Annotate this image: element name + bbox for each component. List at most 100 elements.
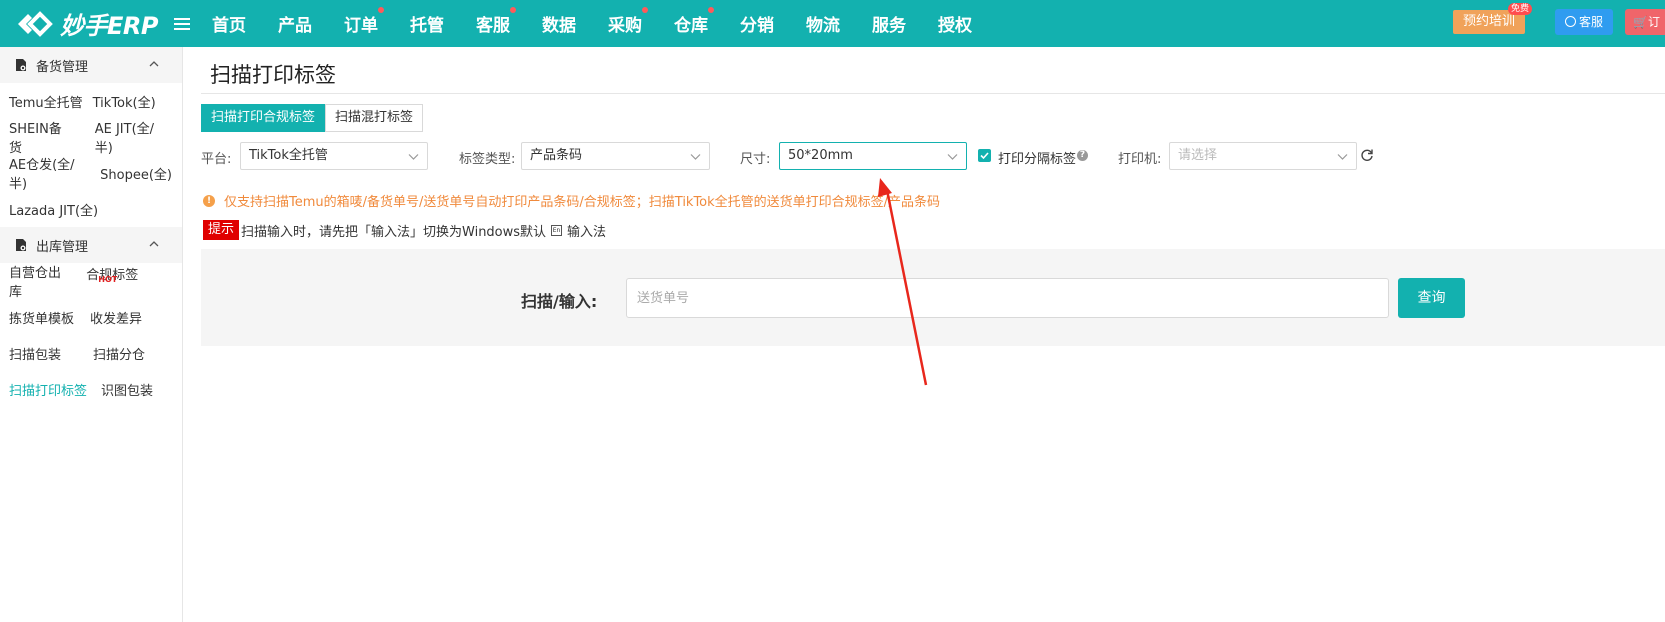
chevron-down-icon [690,154,701,160]
logo-icon [18,10,53,37]
sidebar-item-temu[interactable]: Temu全托管 [9,92,83,111]
sidebar-row: 扫描包装 扫描分仓 [0,335,182,371]
nav-item-1[interactable]: 产品 [278,11,344,36]
nav-item-label: 首页 [212,16,246,36]
platform-select[interactable]: TikTok全托管 [240,142,428,170]
query-button[interactable]: 查询 [1398,278,1465,318]
help-icon[interactable]: ? [1077,150,1088,161]
nav-item-3[interactable]: 托管 [410,11,476,36]
nav-item-label: 授权 [938,16,972,36]
size-label: 尺寸: [740,152,771,167]
size-select[interactable]: 50*20mm [779,142,967,170]
top-right-actions: 预约培训 免费 客服 🛒订 [1452,3,1665,35]
chevron-down-icon [408,154,419,160]
scan-input[interactable] [626,278,1389,318]
headset-icon [1564,16,1576,27]
tip-notice: 提示 扫描输入时，请先把「输入法」切换为Windows默认 En 输入法 [203,220,606,240]
chevron-up-icon [149,61,159,67]
sidebar-item-shein[interactable]: SHEIN备货 [9,118,75,156]
nav-item-8[interactable]: 分销 [740,11,806,36]
sidebar-group-title: 出库管理 [36,239,89,255]
sidebar-row: AE仓发(全/半) Shopee(全) [0,154,182,192]
sidebar-item-image-pack[interactable]: 识图包装 [101,380,153,399]
tab-bar: 扫描打印合规标签 扫描混打标签 [201,104,424,132]
nav-item-7[interactable]: 仓库 [674,7,740,36]
notification-dot [708,7,714,13]
logo-text: 妙手ERP [60,12,158,40]
label-type-value: 产品条码 [530,148,583,163]
page-title: 扫描打印标签 [210,63,336,87]
notification-dot [510,7,516,13]
sidebar-item-discrepancy[interactable]: 收发差异 [90,308,142,327]
warning-icon: ! [203,194,215,207]
chevron-down-icon [1337,154,1348,160]
separator-label: 打印分隔标签 [998,152,1077,167]
sidebar-item-compliance-label[interactable]: 合规标签HOT [86,264,172,298]
tip-badge: 提示 [203,220,240,240]
sidebar-item-lazada[interactable]: Lazada JIT(全) [9,200,98,219]
nav-item-label: 采购 [608,16,642,36]
nav-item-label: 托管 [410,16,444,36]
nav-item-9[interactable]: 物流 [806,11,872,36]
sidebar-item-picking-template[interactable]: 拣货单模板 [9,308,74,327]
notification-dot [378,7,384,13]
chevron-up-icon [149,241,159,247]
main-nav: 首页 产品 订单 托管 客服 数据 采购 仓库 分销 物流 服务 授权 [212,0,1004,47]
nav-item-4[interactable]: 客服 [476,7,542,36]
sidebar-item-scan-pack[interactable]: 扫描包装 [9,344,61,363]
chevron-down-icon [947,154,958,160]
customer-service-button[interactable]: 客服 [1554,9,1613,35]
tip-text: 扫描输入时，请先把「输入法」切换为Windows默认 [241,224,547,240]
document-gear-icon [16,239,26,251]
sidebar-item-ae-warehouse[interactable]: AE仓发(全/半) [9,154,90,192]
printer-label: 打印机: [1118,152,1162,167]
nav-item-2[interactable]: 订单 [344,7,410,36]
nav-item-0[interactable]: 首页 [212,11,278,36]
check-icon [980,152,989,160]
tab-scan-compliance-label[interactable]: 扫描打印合规标签 [201,104,326,132]
label-type-label: 标签类型: [459,152,516,167]
nav-item-6[interactable]: 采购 [608,7,674,36]
label-type-select[interactable]: 产品条码 [521,142,710,170]
free-badge: 免费 [1507,3,1532,15]
sidebar-row: 拣货单模板 收发差异 [0,299,182,335]
sidebar-item-shopee[interactable]: Shopee(全) [100,164,172,183]
nav-item-10[interactable]: 服务 [872,11,938,36]
notification-dot [642,7,648,13]
tip-text-ime: 输入法 [567,224,607,240]
cart-icon: 🛒 [1633,15,1648,29]
tab-scan-mixed-label[interactable]: 扫描混打标签 [325,104,424,132]
printer-select[interactable]: 请选择 [1169,142,1357,170]
sidebar-row: Lazada JIT(全) [0,191,182,227]
book-training-button[interactable]: 预约培训 免费 [1452,3,1532,34]
separator-checkbox[interactable] [978,149,991,162]
size-value: 50*20mm [788,148,853,163]
nav-item-11[interactable]: 授权 [938,11,1004,36]
nav-item-label: 订单 [344,16,378,36]
refresh-icon[interactable] [1360,148,1374,162]
menu-icon[interactable] [174,12,202,36]
sidebar-item-ae-jit[interactable]: AE JIT(全/半) [95,118,172,156]
nav-item-label: 客服 [476,16,510,36]
sidebar-row: Temu全托管 TikTok(全) [0,83,182,119]
logo[interactable]: 妙手ERP [14,6,168,41]
divider [201,93,1665,94]
sidebar: 备货管理 Temu全托管 TikTok(全) SHEIN备货 AE JIT(全/… [0,47,183,622]
sidebar-item-scan-split[interactable]: 扫描分仓 [93,344,145,363]
input-method-icon: En [551,224,563,236]
book-training-label: 预约培训 [1462,14,1515,29]
nav-item-5[interactable]: 数据 [542,11,608,36]
nav-item-label: 数据 [542,16,576,36]
hot-badge: HOT [98,275,118,284]
sidebar-item-own-warehouse[interactable]: 自营仓出库 [9,262,70,300]
platform-value: TikTok全托管 [249,148,328,163]
nav-item-label: 分销 [740,16,774,36]
main-content: 扫描打印标签 扫描打印合规标签 扫描混打标签 平台: TikTok全托管 标签类… [183,47,1665,622]
nav-item-label: 仓库 [674,16,708,36]
sidebar-item-tiktok[interactable]: TikTok(全) [93,92,156,111]
order-button[interactable]: 🛒订 [1625,9,1665,35]
sidebar-item-scan-print-label[interactable]: 扫描打印标签 [9,380,87,399]
sidebar-group-stock[interactable]: 备货管理 [0,47,182,83]
sidebar-row: 扫描打印标签 识图包装 [0,371,182,407]
sidebar-group-outbound[interactable]: 出库管理 [0,227,182,263]
